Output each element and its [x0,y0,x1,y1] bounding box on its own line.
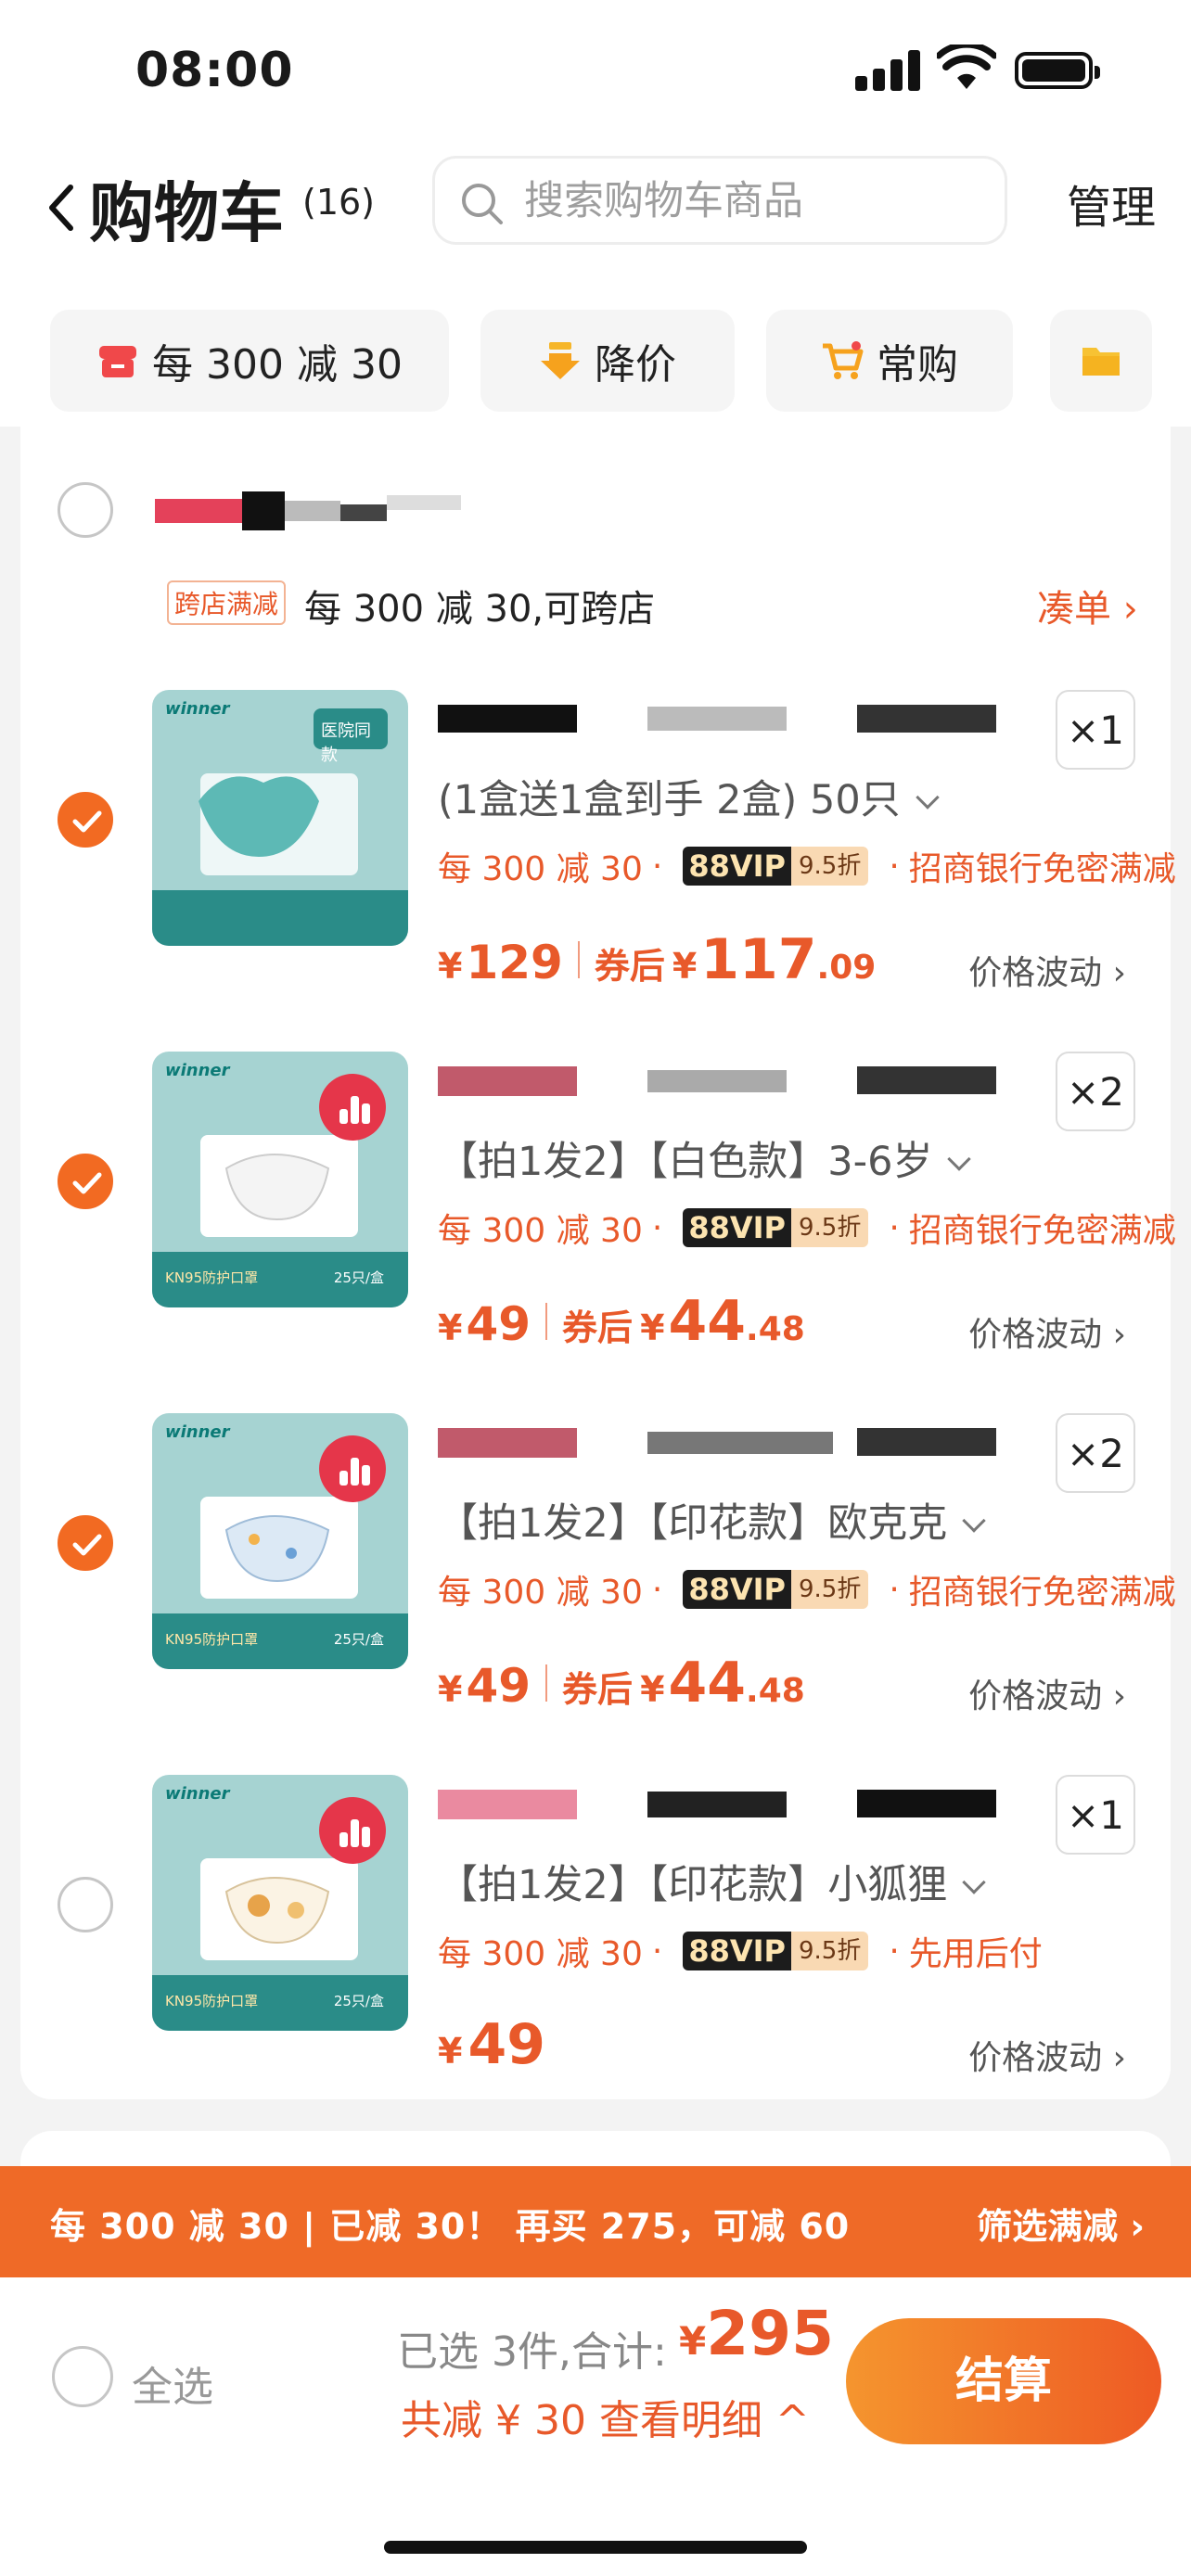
shop-promo-text: 每 300 减 30,可跨店 [304,588,656,631]
cart-item: winner KN95防护口罩 25只/盒 【拍1发2】【印花款】小狐狸 每 30… [20,1775,1171,2136]
cellular-signal-icon [855,50,920,91]
cart-item: winner KN95防护口罩 25只/盒 【拍1发2】【白色款】3-6岁 每 3… [20,1052,1176,1413]
search-box[interactable] [432,156,1007,245]
select-all-radio[interactable] [52,2346,113,2407]
search-icon [462,184,503,224]
price-fluctuation-link[interactable]: 价格波动 › [968,2031,1126,2079]
item-price: ¥49 券后 ¥ 44.48 [438,1651,805,1715]
item-spec[interactable]: 【拍1发2】【印花款】小狐狸 [438,1853,986,1910]
cart-icon [823,341,864,379]
chip-discount[interactable]: 每 300 减 30 [50,310,449,412]
status-time: 08:00 [135,43,294,98]
checkout-footer: 全选 已选 3件,合计: ¥295 共减 ¥ 30 查看明细 ^ 结算 [0,2277,1191,2576]
quantity-button[interactable]: ×2 [1056,1052,1135,1131]
item-title-redacted [438,1784,1013,1827]
quantity-button[interactable]: ×2 [1056,1413,1135,1493]
item-spec[interactable]: 【拍1发2】【白色款】3-6岁 [438,1129,972,1187]
cart-item: winner 医院同款 (1盒送1盒到手 2盒) 50只 每 300 减 30 ·… [20,690,1176,1052]
item-spec[interactable]: (1盒送1盒到手 2盒) 50只 [438,768,940,825]
vip-badge: 88VIP 9.5折 [683,1208,869,1247]
status-bar: 08:00 [0,0,1191,139]
shop-select-radio[interactable] [58,482,113,538]
search-input[interactable] [524,173,988,229]
vip-badge: 88VIP 9.5折 [683,847,869,886]
vip-badge: 88VIP 9.5折 [683,1932,869,1970]
item-select-radio[interactable] [58,1515,113,1571]
coudan-link[interactable]: 凑单 › [1037,579,1138,632]
quantity-button[interactable]: ×1 [1056,690,1135,770]
item-title-redacted [438,1061,1013,1103]
back-icon[interactable] [43,180,80,236]
manage-button[interactable]: 管理 [1067,171,1156,236]
ranking-badge-icon [319,1435,386,1502]
cross-store-tag: 跨店满减 [167,580,287,625]
price-fluctuation-link[interactable]: 价格波动 › [968,1669,1126,1717]
quantity-button[interactable]: ×1 [1056,1775,1135,1855]
select-all-label[interactable]: 全选 [132,2353,213,2413]
folder-icon [1082,348,1120,376]
promo-bar-text: 每 300 减 30 | 已减 30！ 再买 275，可减 60 [50,2206,851,2247]
ranking-badge-icon [319,1797,386,1864]
item-promos: 每 300 减 30 · 88VIP 9.5折 · 招商银行免密满减 [438,847,1176,888]
shop-name-redacted [155,491,461,530]
cart-count: (16) [302,182,376,223]
header: 购物车 (16) 管理 [0,139,1191,287]
battery-icon [1015,52,1100,89]
item-spec[interactable]: 【拍1发2】【印花款】欧克克 [438,1491,986,1549]
total-price: ¥295 [679,2298,835,2369]
page-title: 购物车 [89,175,284,251]
selected-summary: 已选 3件,合计: [397,2328,667,2376]
store-sale-icon [99,346,137,377]
promo-bar: 每 300 减 30 | 已减 30！ 再买 275，可减 60 筛选满减 › [0,2166,1191,2277]
item-promos: 每 300 减 30 · 88VIP 9.5折 · 招商银行免密满减 [438,1208,1176,1250]
shop-card: 跨店满减 每 300 减 30,可跨店 凑单 › winner 医院同款 (1盒… [20,427,1176,2099]
item-price: ¥49 券后 ¥ 44.48 [438,1289,805,1354]
cart-item: winner KN95防护口罩 25只/盒 【拍1发2】【印花款】欧克克 每 30… [20,1413,1176,1775]
chip-folder[interactable] [1050,310,1152,412]
item-promos: 每 300 减 30 · 88VIP 9.5折 · 招商银行免密满减 [438,1570,1176,1612]
chip-frequent[interactable]: 常购 [766,310,1013,412]
ranking-badge-icon [319,1074,386,1141]
item-select-radio[interactable] [58,1154,113,1209]
item-title-redacted [438,1422,1013,1465]
product-image[interactable]: winner KN95防护口罩 25只/盒 [152,1052,408,1307]
filter-chips: 每 300 减 30 降价 常购 [0,287,1191,427]
price-drop-icon [541,342,580,379]
vip-badge: 88VIP 9.5折 [683,1570,869,1609]
price-fluctuation-link[interactable]: 价格波动 › [968,946,1126,994]
discount-detail-link[interactable]: 共减 ¥ 30 查看明细 ^ [401,2387,810,2446]
home-indicator[interactable] [384,2541,807,2554]
filter-discount-link[interactable]: 筛选满减 › [977,2198,1145,2249]
item-title-redacted [438,699,1013,742]
item-price: ¥129 券后 ¥ 117.09 [438,927,877,992]
item-select-radio[interactable] [58,1877,113,1932]
chip-label: 常购 [877,341,958,389]
item-promos: 每 300 减 30 · 88VIP 9.5折 · 先用后付 [438,1932,1043,1973]
item-select-radio[interactable] [58,792,113,848]
cart-page: 08:00 购物车 (16) 管理 [0,0,1191,2576]
price-fluctuation-link[interactable]: 价格波动 › [968,1307,1126,1356]
item-price: ¥49 [438,2012,545,2077]
chip-label: 每 300 减 30 [152,341,403,389]
checkout-button[interactable]: 结算 [846,2318,1161,2444]
wifi-icon [937,45,996,89]
product-image[interactable]: winner KN95防护口罩 25只/盒 [152,1413,408,1669]
chip-label: 降价 [595,341,676,389]
product-image[interactable]: winner 医院同款 [152,690,408,946]
product-image[interactable]: winner KN95防护口罩 25只/盒 [152,1775,408,2031]
chip-price-drop[interactable]: 降价 [480,310,735,412]
